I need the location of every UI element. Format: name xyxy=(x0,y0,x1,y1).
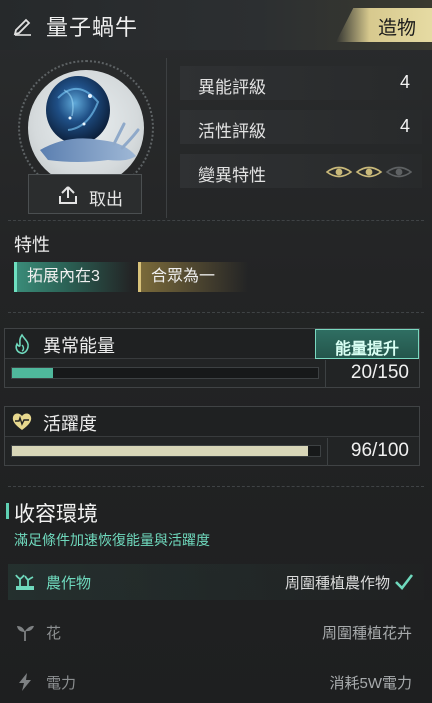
vitality-bar-fill xyxy=(12,446,308,456)
vitality-bar xyxy=(11,445,321,457)
value-divider xyxy=(327,438,328,466)
creature-name: 量子蝸牛 xyxy=(46,15,139,40)
activity-rating-value: 4 xyxy=(399,116,410,136)
upload-icon xyxy=(59,186,77,204)
section-marker xyxy=(6,503,9,519)
activity-rating-label: 活性評級 xyxy=(198,122,266,141)
env-condition-name: 農作物 xyxy=(46,575,92,592)
energy-value: 20/150 xyxy=(350,362,409,383)
env-condition-flowers: 花 周圍種植花卉 xyxy=(8,614,424,650)
extract-button-label: 取出 xyxy=(89,190,123,209)
mutation-trait-label: 變異特性 xyxy=(198,166,266,185)
heart-pulse-icon xyxy=(12,413,32,430)
ability-rating-value: 4 xyxy=(399,72,410,92)
lightning-icon xyxy=(19,673,31,691)
edit-icon[interactable] xyxy=(12,14,34,36)
energy-boost-label: 能量提升 xyxy=(334,341,399,358)
env-condition-crops: 農作物 周圍種植農作物 xyxy=(8,564,424,600)
check-icon xyxy=(395,574,414,590)
env-condition-power: 電力 消耗5W電力 xyxy=(8,664,424,700)
env-condition-requirement: 消耗5W電力 xyxy=(329,675,412,692)
quantum-snail-image xyxy=(40,76,140,162)
vitality-box: 活躍度 96/100 xyxy=(4,406,420,466)
anomaly-energy-header: 異常能量 能量提升 xyxy=(5,329,419,359)
env-condition-name: 花 xyxy=(46,625,62,642)
divider xyxy=(8,312,424,313)
portrait-divider xyxy=(166,58,167,218)
traits-title: 特性 xyxy=(14,235,50,255)
energy-boost-button[interactable]: 能量提升 xyxy=(315,329,419,359)
vitality-value: 96/100 xyxy=(350,440,409,461)
env-condition-requirement: 周圍種植農作物 xyxy=(284,575,390,592)
flame-icon xyxy=(15,333,29,355)
eye-icon xyxy=(326,166,353,178)
crop-icon xyxy=(15,574,34,590)
eye-icon-inactive xyxy=(385,166,412,178)
energy-bar-fill xyxy=(12,368,53,378)
vitality-header: 活躍度 xyxy=(5,407,419,437)
ability-rating-label: 異能評級 xyxy=(198,78,266,97)
ability-rating-row: 異能評級 4 xyxy=(180,66,422,100)
extract-button[interactable]: 取出 xyxy=(28,174,142,214)
header-bar: 量子蝸牛 造物 xyxy=(0,0,432,50)
containment-environment-title: 收容環境 xyxy=(14,503,98,526)
divider xyxy=(8,486,424,487)
vitality-title: 活躍度 xyxy=(43,414,97,434)
value-divider xyxy=(325,360,326,388)
divider xyxy=(8,220,424,221)
mutation-eyes[interactable] xyxy=(326,164,412,180)
env-condition-requirement: 周圍種植花卉 xyxy=(321,625,412,642)
category-tag-label: 造物 xyxy=(377,18,416,39)
anomaly-energy-title: 異常能量 xyxy=(43,336,115,356)
env-condition-name: 電力 xyxy=(46,675,77,692)
containment-environment-description: 滿足條件加速恢復能量與活躍度 xyxy=(14,532,210,548)
trait-chip-expand-inner[interactable]: 拓展內在3 xyxy=(14,262,132,292)
mutation-trait-row: 變異特性 xyxy=(180,154,422,188)
activity-rating-row: 活性評級 4 xyxy=(180,110,422,144)
trait-chip-unity[interactable]: 合眾為一 xyxy=(138,262,248,292)
anomaly-energy-box: 異常能量 能量提升 20/150 xyxy=(4,328,420,388)
eye-icon xyxy=(355,166,383,178)
creature-detail-panel: 量子蝸牛 造物 取出 異能評級 4 活性評級 4 變異特性 特性 拓展內在3 合… xyxy=(0,0,432,703)
sprout-icon xyxy=(17,625,34,641)
energy-bar xyxy=(11,367,319,379)
category-tag: 造物 xyxy=(336,8,432,42)
